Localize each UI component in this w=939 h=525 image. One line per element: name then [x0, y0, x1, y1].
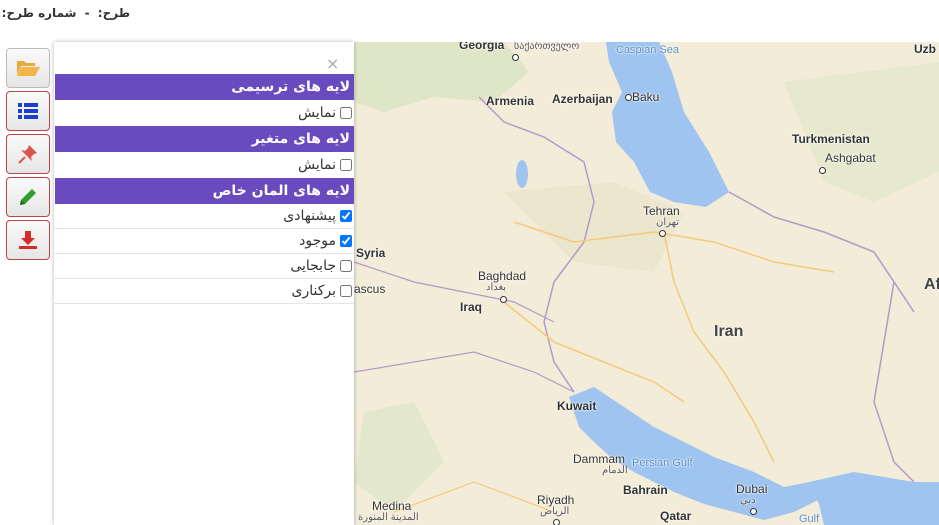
row-drawing-show: نمایش	[54, 100, 354, 126]
section-variable-layers: لایه های متغیر	[55, 126, 354, 152]
plan-value: -	[84, 6, 90, 20]
layers-list-button[interactable]	[6, 91, 50, 131]
label-persian-gulf: Persian Gulf	[632, 457, 693, 469]
existing-label: موجود	[299, 233, 336, 249]
row-existing: موجود	[54, 229, 354, 254]
label-baghdad: Baghdad	[478, 269, 527, 283]
section-drawing-layers: لایه های ترسیمی	[55, 74, 354, 100]
label-gulf: Gulf	[799, 513, 820, 525]
label-iran: Iran	[714, 323, 744, 340]
label-ashgabat: Ashgabat	[825, 151, 876, 165]
pushpin-icon	[18, 145, 37, 164]
city-dot-tehran	[659, 230, 666, 237]
label-azerbaijan: Azerbaijan	[552, 92, 613, 106]
removal-label: برکناری	[291, 283, 337, 299]
label-tehran-local: تهران	[656, 217, 680, 228]
plan-label: طرح:	[97, 6, 130, 20]
label-syria: Syria	[356, 246, 386, 260]
row-removal: برکناری	[54, 279, 354, 304]
folder-open-icon	[17, 61, 40, 76]
label-uzb: Uzb	[914, 42, 936, 56]
label-bahrain: Bahrain	[623, 483, 668, 497]
label-caspian-sea: Caspian Sea	[616, 44, 679, 56]
city-dot-baku	[625, 94, 632, 101]
label-dubai: Dubai	[736, 482, 768, 496]
row-relocation: جابجایی	[54, 254, 354, 279]
label-riyadh-local: الرياض	[540, 506, 570, 517]
label-tehran: Tehran	[643, 204, 680, 218]
city-dot-dubai	[750, 508, 757, 515]
download-button[interactable]	[6, 220, 50, 260]
open-file-button[interactable]	[6, 48, 50, 88]
label-iraq: Iraq	[460, 300, 483, 314]
label-georgia-local: საქართველო	[514, 42, 580, 52]
drawing-layers-show-checkbox[interactable]	[340, 107, 352, 119]
variable-layers-show-label: نمایش	[297, 157, 336, 173]
variable-layers-show-checkbox[interactable]	[340, 159, 352, 171]
map-base	[354, 42, 939, 525]
label-baghdad-local: بغداد	[486, 282, 507, 293]
layer-panel: × لایه های ترسیمی نمایش لایه های متغیر ن…	[54, 42, 354, 525]
label-turkmenistan: Turkmenistan	[792, 132, 870, 146]
section-special-element-layers: لایه های المان خاص	[55, 178, 354, 204]
label-kuwait: Kuwait	[557, 399, 597, 413]
label-baku: Baku	[632, 90, 660, 104]
pencil-icon	[20, 189, 36, 205]
list-icon	[18, 103, 38, 119]
proposed-checkbox[interactable]	[340, 210, 352, 222]
city-dot-baghdad	[500, 296, 507, 303]
label-medina-local: المدينة المنورة	[358, 512, 419, 523]
existing-checkbox[interactable]	[340, 235, 352, 247]
relocation-label: جابجایی	[290, 258, 336, 274]
removal-checkbox[interactable]	[340, 285, 352, 297]
map-canvas[interactable]: Georgia საქართველო Caspian Sea Uzb Armen…	[354, 42, 939, 525]
city-dot-tbilisi	[512, 54, 519, 61]
label-dubai-local: دبي	[740, 495, 756, 506]
label-georgia: Georgia	[459, 42, 505, 52]
relocation-checkbox[interactable]	[340, 260, 352, 272]
drawing-layers-show-label: نمایش	[297, 105, 336, 121]
label-qatar: Qatar	[660, 509, 692, 523]
label-damascus: ascus	[354, 282, 386, 296]
label-af: Af	[924, 276, 939, 293]
label-riyadh: Riyadh	[537, 493, 575, 507]
draw-button[interactable]	[6, 177, 50, 217]
label-dammam-local: الدمام	[602, 465, 628, 476]
page-header: طرح: - شماره طرح:	[2, 6, 130, 20]
plan-number-label: شماره طرح:	[1, 6, 77, 20]
tool-sidebar	[6, 48, 50, 263]
label-dammam: Dammam	[573, 452, 626, 466]
close-icon[interactable]: ×	[326, 54, 339, 73]
city-dot-ashgabat	[819, 167, 826, 174]
city-dot-riyadh	[553, 519, 560, 525]
proposed-label: پیشنهادی	[283, 208, 336, 224]
pin-button[interactable]	[6, 134, 50, 174]
label-armenia: Armenia	[486, 94, 535, 108]
row-variable-show: نمایش	[54, 152, 354, 178]
download-icon	[19, 231, 37, 249]
label-medina: Medina	[372, 499, 412, 513]
row-proposed: پیشنهادی	[54, 204, 354, 229]
